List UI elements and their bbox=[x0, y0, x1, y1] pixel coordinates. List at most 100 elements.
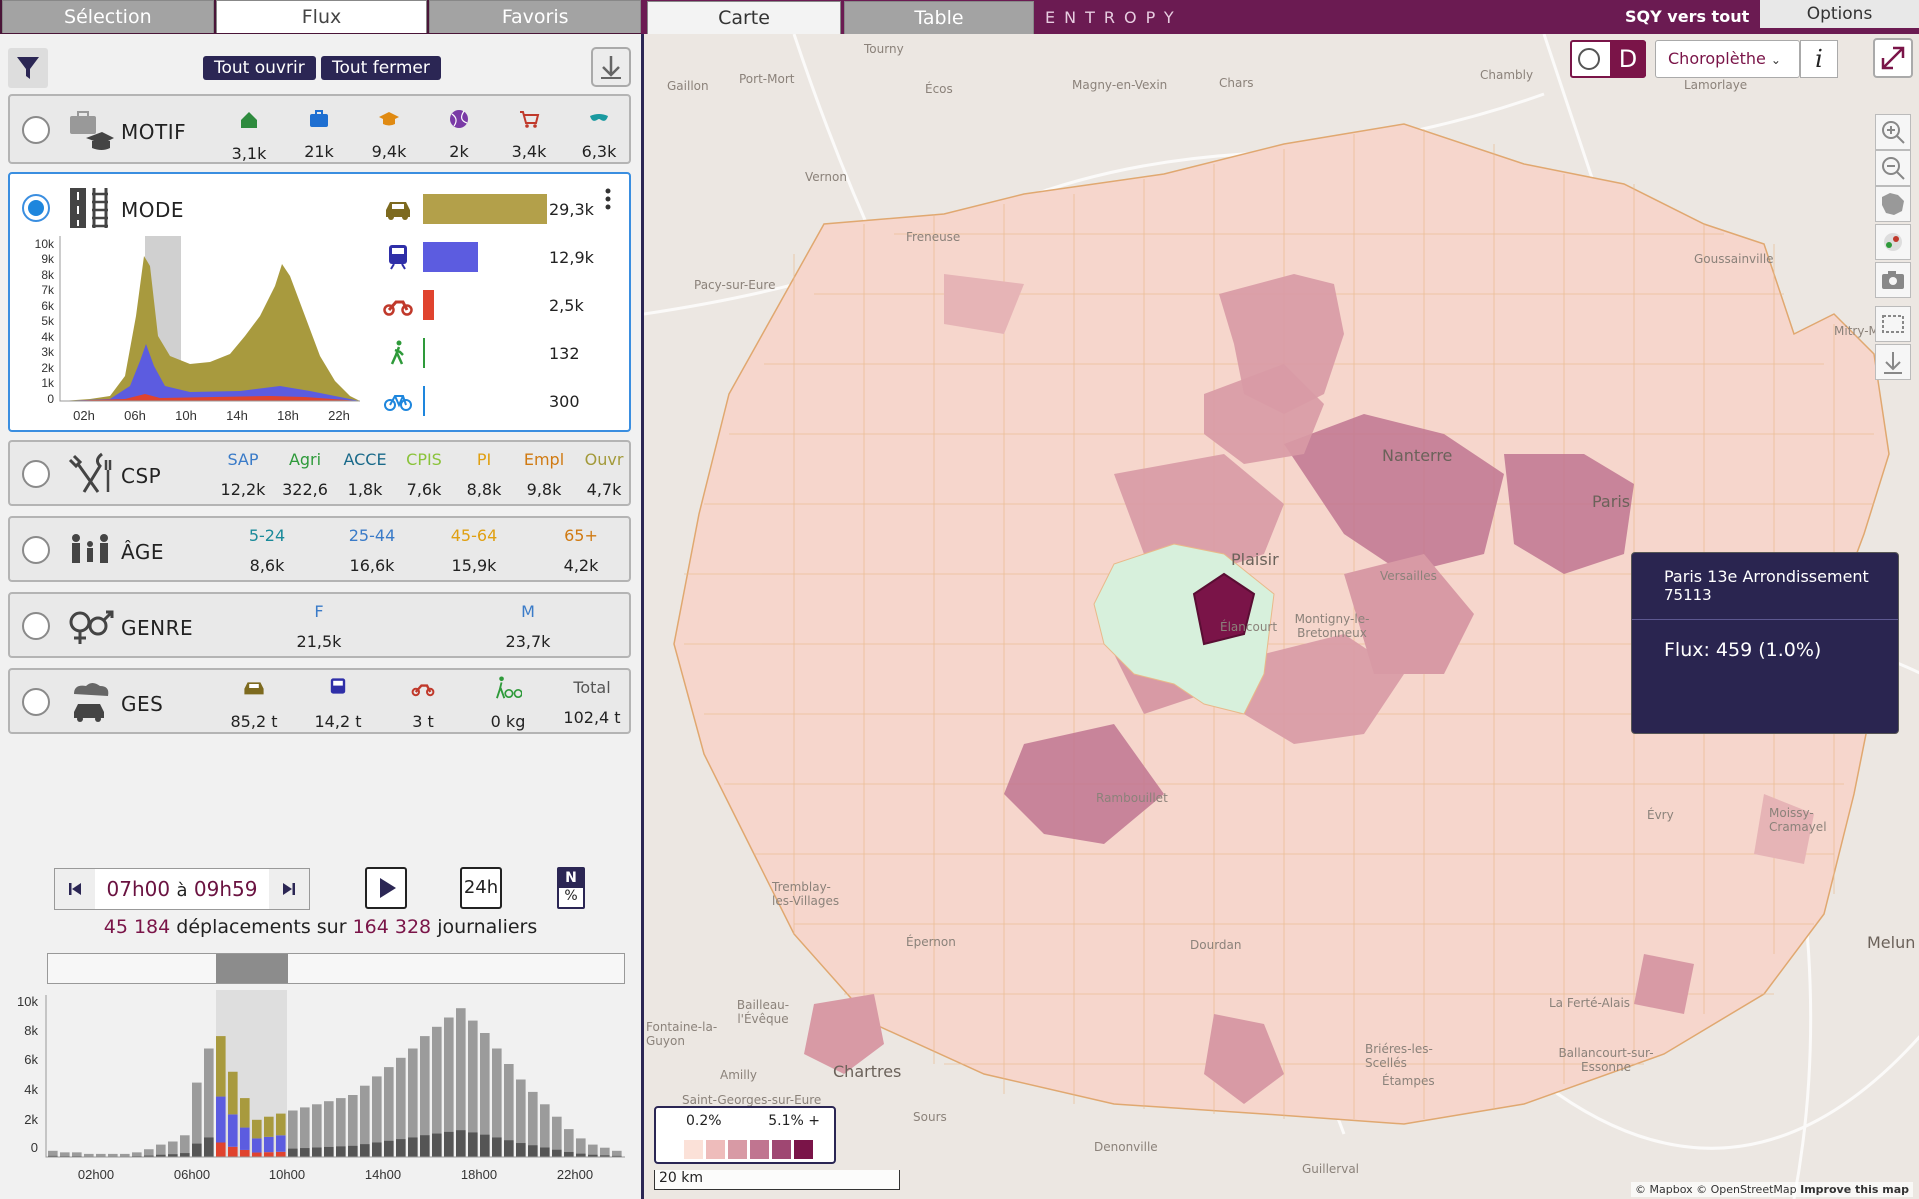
chevron-down-icon: ⌄ bbox=[1770, 53, 1781, 67]
time-brush-slider[interactable] bbox=[47, 953, 625, 984]
hist-bar-base bbox=[192, 1143, 202, 1157]
y-tick: 7k bbox=[41, 283, 55, 297]
time-range-selector[interactable]: 07h00 à 09h59 bbox=[54, 868, 310, 910]
tab-flux[interactable]: Flux bbox=[215, 0, 428, 33]
age-5-24[interactable]: 5-24 8,6k bbox=[232, 524, 302, 575]
download-icon bbox=[1884, 352, 1902, 374]
train-icon bbox=[330, 678, 346, 694]
tab-carte[interactable]: Carte bbox=[647, 1, 841, 34]
hist-bar bbox=[216, 1142, 226, 1157]
hist-bar bbox=[264, 1136, 274, 1153]
next-time-button[interactable] bbox=[269, 869, 309, 909]
close-all-button[interactable]: Tout fermer bbox=[321, 56, 441, 80]
train-icon bbox=[389, 245, 407, 270]
tools-icon bbox=[68, 452, 112, 493]
map[interactable]: Tourny Port-Mort Gaillon Écos Magny-en-V… bbox=[641, 34, 1919, 1199]
age-25-44[interactable]: 25-44 16,6k bbox=[337, 524, 407, 575]
left-tabs: Sélection Flux Favoris bbox=[0, 0, 642, 34]
destination-option[interactable]: D bbox=[1610, 42, 1646, 76]
csp-ouvr[interactable]: Ouvr 4,7k bbox=[569, 448, 639, 499]
motif-study[interactable]: 9,4k bbox=[354, 108, 424, 161]
hist-bar bbox=[252, 1138, 262, 1153]
ges-total[interactable]: Total 102,4 t bbox=[557, 676, 627, 727]
place-label: Tremblay-les-Villages bbox=[772, 880, 840, 908]
options-button[interactable]: Options bbox=[1760, 0, 1919, 28]
map-attribution: © Mapbox © OpenStreetMap Improve this ma… bbox=[1631, 1182, 1913, 1197]
csp-sap[interactable]: SAP 12,2k bbox=[208, 448, 278, 499]
count-percent-toggle[interactable]: N% bbox=[557, 867, 585, 909]
place-label: Fontaine-la-Guyon bbox=[646, 1020, 718, 1048]
mode-row-motorbike[interactable]: 2,5k bbox=[383, 286, 603, 324]
origin-option[interactable] bbox=[1578, 48, 1600, 70]
prev-time-button[interactable] bbox=[55, 869, 95, 909]
export-map-button[interactable] bbox=[1875, 344, 1911, 380]
zoom-in-button[interactable] bbox=[1875, 114, 1911, 150]
motif-work[interactable]: 21k bbox=[284, 108, 354, 161]
age-45-64[interactable]: 45-64 15,9k bbox=[439, 524, 509, 575]
mode-row-train[interactable]: 12,9k bbox=[383, 238, 603, 276]
place-label: La Ferté-Alais bbox=[1549, 996, 1631, 1010]
layers-button[interactable] bbox=[1875, 224, 1911, 260]
ges-motorbike[interactable]: 3 t bbox=[388, 676, 458, 731]
info-button[interactable]: i bbox=[1800, 40, 1838, 78]
filter-button[interactable] bbox=[8, 48, 48, 88]
motif-leisure[interactable]: 2k bbox=[424, 108, 494, 161]
hist-y-tick: 0 bbox=[31, 1140, 38, 1155]
place-label: Port-Mort bbox=[739, 72, 795, 86]
mode-row-bike[interactable]: 300 bbox=[383, 382, 603, 420]
gender-icon bbox=[69, 610, 114, 644]
tab-favoris[interactable]: Favoris bbox=[429, 0, 642, 33]
region-view-button[interactable] bbox=[1875, 186, 1911, 222]
csp-card: CSP SAP 12,2k Agri 322,6 ACCE 1,8k CPIS 7,6k… bbox=[8, 440, 631, 506]
hist-bar bbox=[264, 1152, 274, 1157]
hist-bar bbox=[276, 1113, 286, 1136]
time-brush-window[interactable] bbox=[216, 954, 288, 983]
origin-destination-toggle[interactable]: D bbox=[1570, 40, 1646, 78]
mode-radio[interactable] bbox=[22, 194, 50, 222]
download-button[interactable] bbox=[591, 47, 631, 87]
car-icon bbox=[244, 682, 264, 695]
ges-soft[interactable]: 0 kg bbox=[473, 676, 543, 731]
motif-home[interactable]: 3,1k bbox=[214, 108, 284, 163]
skip-previous-icon bbox=[69, 883, 81, 895]
hist-y-tick: 2k bbox=[24, 1112, 38, 1127]
genre-f[interactable]: F 21,5k bbox=[284, 600, 354, 651]
csp-radio[interactable] bbox=[22, 460, 50, 488]
age-65plus[interactable]: 65+ 4,2k bbox=[546, 524, 616, 575]
hist-bar-base bbox=[408, 1137, 418, 1157]
tab-table[interactable]: Table bbox=[844, 1, 1034, 34]
select-area-button[interactable] bbox=[1875, 306, 1911, 342]
zoom-out-button[interactable] bbox=[1875, 150, 1911, 186]
hist-x-tick: 06h00 bbox=[174, 1167, 210, 1182]
24h-button[interactable]: 24h bbox=[460, 867, 502, 909]
car-icon bbox=[386, 202, 410, 220]
hist-bar-base bbox=[432, 1133, 442, 1157]
ges-train[interactable]: 14,2 t bbox=[303, 676, 373, 731]
mask-icon bbox=[590, 114, 608, 121]
tab-selection[interactable]: Sélection bbox=[2, 0, 214, 33]
place-label: Denonville bbox=[1094, 1140, 1158, 1154]
expand-button[interactable] bbox=[1873, 38, 1913, 78]
motif-other[interactable]: 6,3k bbox=[564, 108, 634, 161]
genre-m[interactable]: M 23,7k bbox=[493, 600, 563, 651]
open-all-button[interactable]: Tout ouvrir bbox=[203, 56, 316, 80]
mode-row-walk[interactable]: 132 bbox=[383, 334, 603, 372]
place-label: Écos bbox=[925, 82, 953, 96]
ges-car[interactable]: 85,2 t bbox=[219, 676, 289, 731]
mode-row-car[interactable]: 29,3k bbox=[383, 190, 603, 228]
genre-radio[interactable] bbox=[22, 612, 50, 640]
hist-bar-base bbox=[384, 1140, 394, 1157]
motif-shopping[interactable]: 3,4k bbox=[494, 108, 564, 161]
bicycle-icon bbox=[384, 395, 412, 411]
ges-radio[interactable] bbox=[22, 688, 50, 716]
hist-bar-base bbox=[300, 1148, 310, 1157]
y-tick: 8k bbox=[41, 268, 55, 282]
play-button[interactable] bbox=[365, 867, 407, 909]
map-mode-select[interactable]: Choroplèthe ⌄ bbox=[1655, 40, 1800, 78]
motorbike-icon bbox=[383, 300, 413, 316]
age-radio[interactable] bbox=[22, 536, 50, 564]
improve-map-link[interactable]: Improve this map bbox=[1800, 1183, 1909, 1196]
screenshot-button[interactable] bbox=[1875, 262, 1911, 298]
more-options-icon[interactable] bbox=[602, 186, 614, 214]
motif-radio[interactable] bbox=[22, 116, 50, 144]
